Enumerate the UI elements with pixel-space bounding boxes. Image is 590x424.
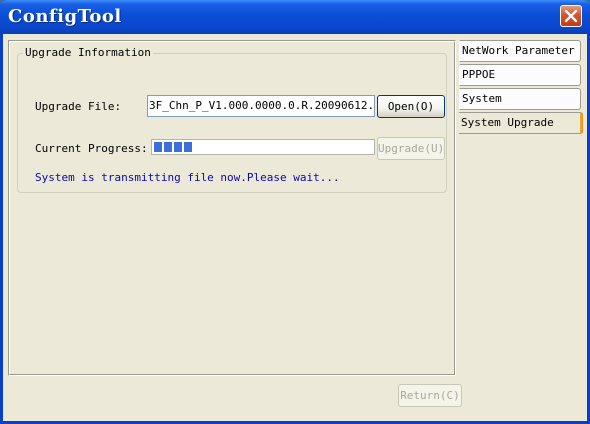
tab-system-information[interactable]: System Information <box>459 88 581 125</box>
progress-segment <box>174 142 182 152</box>
upgrade-progress-bar <box>151 139 375 155</box>
close-icon <box>564 9 578 23</box>
tab-system-upgrade[interactable]: System Upgrade <box>459 112 583 134</box>
upgrade-file-label: Upgrade File: <box>35 100 122 113</box>
upgrade-button[interactable]: Upgrade(U) <box>377 137 445 160</box>
tab-network-parameter[interactable]: NetWork Parameter <box>459 40 581 62</box>
tab-pppoe[interactable]: PPPOE <box>459 64 581 86</box>
tab-label: PPPOE <box>462 68 496 81</box>
window-title: ConfigTool <box>8 6 122 27</box>
upgrade-panel: Upgrade Information Upgrade File: 3F_Chn… <box>8 40 456 376</box>
progress-segment <box>184 142 192 152</box>
client-area: Upgrade Information Upgrade File: 3F_Chn… <box>3 34 587 421</box>
title-bar[interactable]: ConfigTool <box>0 0 590 34</box>
upgrade-file-field[interactable]: 3F_Chn_P_V1.000.0000.0.R.20090612.bin <box>147 95 375 117</box>
config-tool-window: ConfigTool Upgrade Information Upgrade F… <box>0 0 590 424</box>
active-tab-indicator <box>580 113 583 133</box>
tab-label: NetWork Parameter <box>462 44 575 57</box>
close-button[interactable] <box>560 5 582 27</box>
return-button[interactable]: Return(C) <box>398 384 462 407</box>
status-message: System is transmitting file now.Please w… <box>35 171 340 184</box>
progress-segment <box>154 142 162 152</box>
open-button[interactable]: Open(O) <box>377 95 445 118</box>
current-progress-label: Current Progress: <box>35 142 148 155</box>
tab-label: System Upgrade <box>461 116 554 129</box>
progress-segment <box>164 142 172 152</box>
group-legend: Upgrade Information <box>23 46 153 59</box>
